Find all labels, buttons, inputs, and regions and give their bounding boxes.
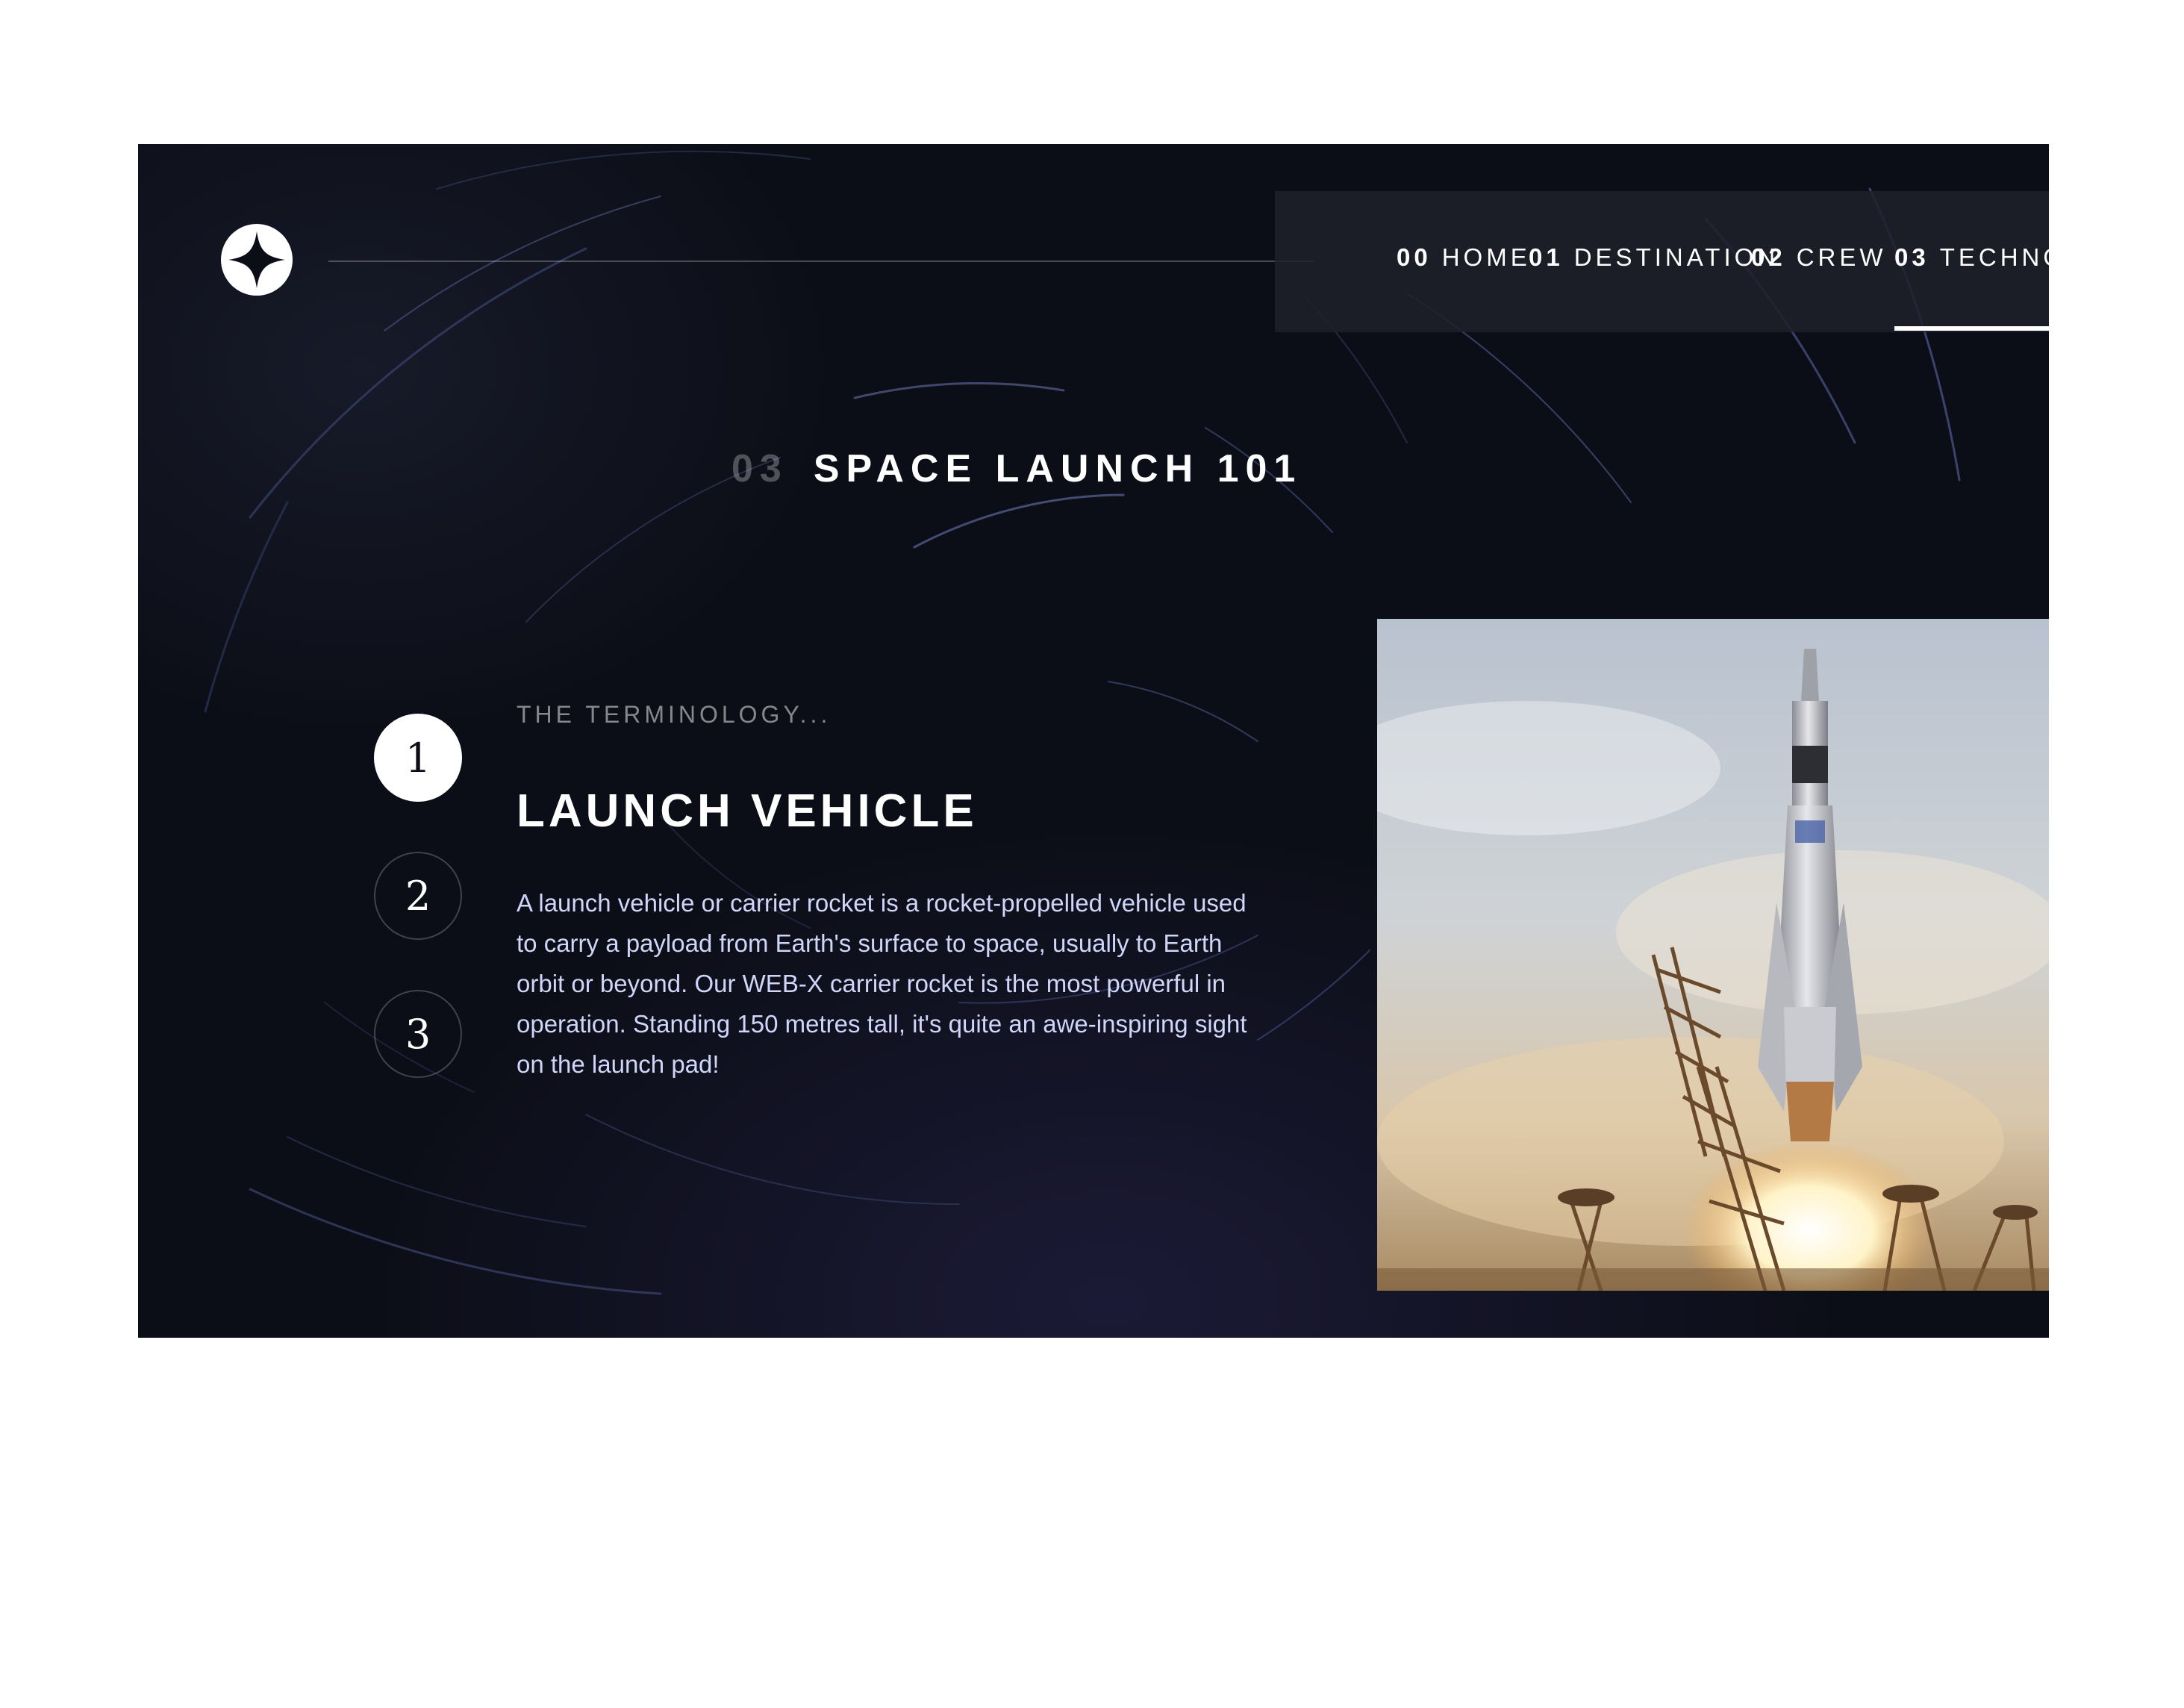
terminology-eyebrow: THE TERMINOLOGY... (517, 701, 832, 728)
page-title-number: 03 (731, 447, 788, 490)
page-title: 03 SPACE LAUNCH 101 (731, 446, 1302, 491)
technology-description: A launch vehicle or carrier rocket is a … (517, 889, 1247, 1078)
page-title-text: SPACE LAUNCH 101 (813, 447, 1302, 490)
launch-vehicle-image (1377, 619, 2049, 1291)
page-frame: 00HOME 01DESTINATION 02CREW 03TECHNOL 03… (138, 144, 2049, 1338)
step-button-1[interactable]: 1 (374, 714, 462, 802)
nav-active-indicator (1894, 326, 2049, 331)
logo-icon[interactable] (221, 224, 293, 296)
nav-item-crew[interactable]: 02 CREW (1751, 243, 1887, 273)
primary-navigation: 00HOME 01DESTINATION 02CREW 03TECHNOL (1275, 191, 2049, 332)
step-button-2[interactable]: 2 (374, 852, 462, 940)
step-button-3[interactable]: 3 (374, 990, 462, 1078)
technology-title: LAUNCH VEHICLE (517, 785, 978, 837)
nav-item-destination[interactable]: 01 DESTINATION (1529, 243, 1779, 273)
header-divider-line (328, 261, 1314, 262)
nav-item-home[interactable]: 00 HOME (1397, 243, 1531, 273)
nav-item-technology[interactable]: 03TECHNOL (1894, 243, 2049, 273)
